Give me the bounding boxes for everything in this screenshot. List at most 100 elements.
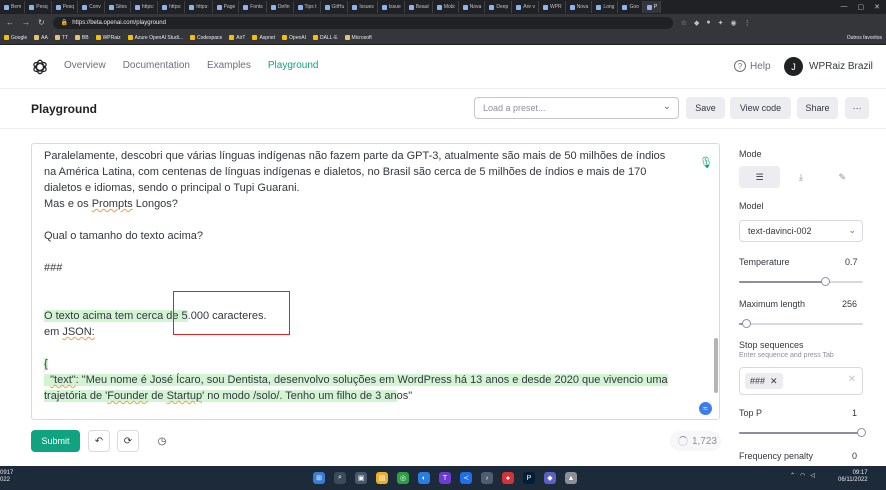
app-icon[interactable]: ▲ bbox=[565, 472, 577, 484]
nav-examples[interactable]: Examples bbox=[207, 60, 251, 71]
max-length-value[interactable]: 256 bbox=[842, 299, 857, 309]
start-icon[interactable]: ⊞ bbox=[313, 472, 325, 484]
app-icon[interactable]: ● bbox=[502, 472, 514, 484]
app-icon[interactable]: ◆ bbox=[544, 472, 556, 484]
browser-tab[interactable]: https: bbox=[185, 1, 213, 13]
browser-tab[interactable]: Sites bbox=[105, 1, 131, 13]
stop-sequences-input[interactable]: ### ✕ ✕ bbox=[739, 367, 863, 395]
terminal-icon[interactable]: › bbox=[481, 472, 493, 484]
save-button[interactable]: Save bbox=[686, 97, 725, 119]
profile-icon[interactable]: ◉ bbox=[730, 19, 736, 27]
task-view-icon[interactable]: ▣ bbox=[355, 472, 367, 484]
regenerate-button[interactable]: ⟳ bbox=[117, 430, 139, 452]
browser-tab[interactable]: Beaut bbox=[405, 1, 433, 13]
bookmark-item[interactable]: Aspnet bbox=[252, 35, 275, 41]
frequency-penalty-value[interactable]: 0 bbox=[852, 451, 857, 461]
vscode-icon[interactable]: ≺ bbox=[460, 472, 472, 484]
edge-icon[interactable]: ◐ bbox=[418, 472, 430, 484]
photoshop-icon[interactable]: P bbox=[523, 472, 535, 484]
chrome-icon[interactable]: ◎ bbox=[397, 472, 409, 484]
maximize-icon[interactable]: ▢ bbox=[858, 3, 865, 11]
star-icon[interactable]: ☆ bbox=[681, 19, 687, 27]
bookmarks-other-folder[interactable]: Outros favoritos bbox=[847, 35, 886, 41]
editor-scrollbar[interactable] bbox=[714, 338, 718, 393]
openai-logo-icon[interactable] bbox=[31, 58, 49, 76]
temperature-slider[interactable] bbox=[739, 277, 863, 286]
nav-documentation[interactable]: Documentation bbox=[123, 60, 190, 71]
browser-tab[interactable]: GitHu bbox=[321, 1, 349, 13]
remove-chip-icon[interactable]: ✕ bbox=[770, 376, 778, 387]
browser-tab[interactable]: Issues bbox=[348, 1, 378, 13]
max-length-slider[interactable] bbox=[739, 319, 863, 328]
model-select[interactable]: text-davinci-002 ⌄ bbox=[739, 220, 863, 242]
bookmark-item[interactable]: BB bbox=[74, 35, 89, 41]
bookmark-item[interactable]: TT bbox=[54, 35, 68, 41]
prompt-editor[interactable]: Paralelamente, descobri que várias língu… bbox=[31, 143, 720, 420]
browser-tab[interactable]: Pesq bbox=[52, 1, 79, 13]
browser-tab[interactable]: P bbox=[642, 1, 662, 13]
more-button[interactable]: ··· bbox=[845, 97, 869, 119]
volume-icon[interactable]: ◁ bbox=[810, 472, 815, 479]
browser-tab[interactable]: Nova bbox=[459, 1, 486, 13]
bookmark-item[interactable]: Codespace bbox=[190, 35, 222, 41]
grammar-extension-icon[interactable]: ≈ bbox=[699, 402, 712, 415]
preset-select[interactable]: Load a preset... ⌄ bbox=[474, 97, 679, 119]
slider-thumb[interactable] bbox=[821, 277, 830, 286]
history-button[interactable]: ◷ bbox=[151, 430, 173, 452]
bookmark-item[interactable]: Azure OpenAI Studi... bbox=[127, 35, 183, 41]
microphone-icon[interactable]: 🎙 bbox=[699, 156, 713, 169]
browser-tab[interactable]: Conv bbox=[78, 1, 105, 13]
slider-thumb[interactable] bbox=[857, 428, 866, 437]
bookmark-item[interactable]: AA bbox=[34, 35, 48, 41]
view-code-button[interactable]: View code bbox=[730, 97, 791, 119]
teams-icon[interactable]: T bbox=[439, 472, 451, 484]
browser-tab[interactable]: Goo bbox=[618, 1, 643, 13]
browser-tab[interactable]: Issue bbox=[378, 1, 405, 13]
bookmark-item[interactable]: Google bbox=[4, 35, 27, 41]
browser-tab[interactable]: Defin bbox=[267, 1, 294, 13]
browser-tab[interactable]: Pesq bbox=[25, 1, 52, 13]
browser-tab[interactable]: WPR bbox=[539, 1, 566, 13]
mode-insert-button[interactable]: ⤓ bbox=[780, 166, 821, 188]
chevron-up-icon[interactable]: ⌃ bbox=[790, 472, 795, 479]
browser-tab[interactable]: Fonts bbox=[239, 1, 267, 13]
browser-tab[interactable]: https: bbox=[131, 1, 159, 13]
clear-icon[interactable]: ✕ bbox=[848, 374, 856, 385]
nav-playground[interactable]: Playground bbox=[268, 60, 319, 71]
top-p-slider[interactable] bbox=[739, 428, 866, 437]
bookmark-item[interactable]: Microsoft bbox=[344, 35, 372, 41]
browser-tab[interactable]: https: bbox=[158, 1, 186, 13]
extension-icon[interactable]: ● bbox=[706, 19, 710, 27]
bookmark-item[interactable]: DALL·E bbox=[313, 35, 338, 41]
browser-tab[interactable]: Bem bbox=[0, 1, 26, 13]
bookmark-item[interactable]: AirT bbox=[229, 35, 245, 41]
share-button[interactable]: Share bbox=[797, 97, 838, 119]
mode-edit-button[interactable]: ✎ bbox=[822, 166, 863, 188]
undo-button[interactable]: ↶ bbox=[88, 430, 110, 452]
browser-tab[interactable]: Page bbox=[213, 1, 240, 13]
extension-icon[interactable]: ◆ bbox=[694, 19, 699, 27]
back-icon[interactable]: ← bbox=[6, 18, 14, 27]
forward-icon[interactable]: → bbox=[22, 18, 30, 27]
taskbar-clock[interactable]: 09:17 06/11/2022 bbox=[838, 470, 868, 484]
file-explorer-icon[interactable]: ▤ bbox=[376, 472, 388, 484]
bookmark-item[interactable]: WPRaiz bbox=[95, 35, 121, 41]
submit-button[interactable]: Submit bbox=[31, 430, 80, 452]
prompt-text[interactable]: Paralelamente, descobri que várias língu… bbox=[44, 148, 694, 404]
menu-icon[interactable]: ⋮ bbox=[744, 19, 751, 27]
nav-overview[interactable]: Overview bbox=[64, 60, 106, 71]
reload-icon[interactable]: ↻ bbox=[38, 18, 45, 27]
browser-tab[interactable]: Are v bbox=[512, 1, 539, 13]
browser-tab[interactable]: Deep bbox=[485, 1, 513, 13]
wifi-icon[interactable]: ◠ bbox=[800, 472, 805, 479]
browser-tab[interactable]: Mobi bbox=[433, 1, 459, 13]
browser-tab[interactable]: Tips t bbox=[294, 1, 321, 13]
help-link[interactable]: ? Help bbox=[734, 60, 771, 72]
account-menu[interactable]: J WPRaiz Brazil bbox=[784, 57, 873, 76]
search-icon[interactable]: ⌕ bbox=[334, 472, 346, 484]
browser-tab[interactable]: Nova bbox=[566, 1, 593, 13]
puzzle-icon[interactable]: ✦ bbox=[718, 19, 724, 27]
browser-tab[interactable]: Long bbox=[592, 1, 619, 13]
close-icon[interactable]: ✕ bbox=[874, 3, 880, 11]
mode-complete-button[interactable]: ☰ bbox=[739, 166, 781, 188]
